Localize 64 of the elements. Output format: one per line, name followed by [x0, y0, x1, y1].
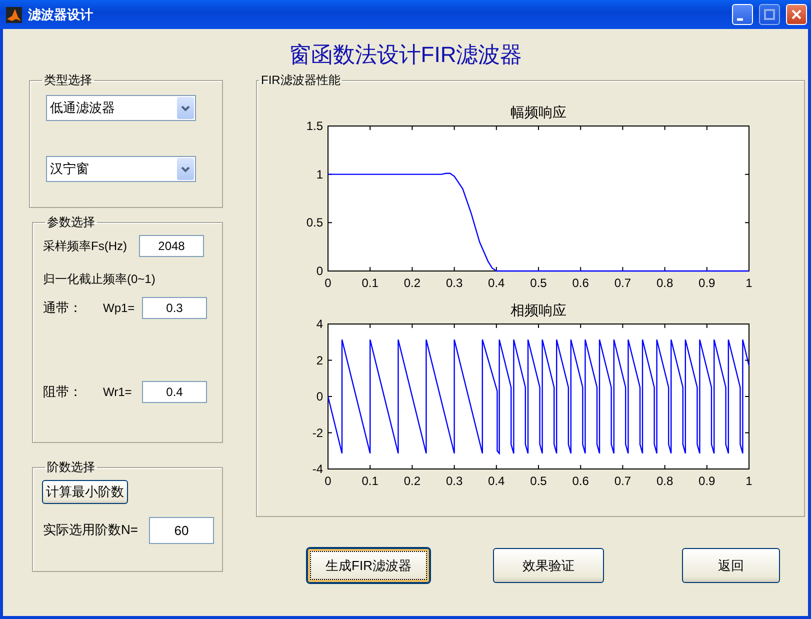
axis-tick-label: 0 [316, 390, 323, 404]
action-button[interactable]: 生成FIR滤波器 [307, 548, 430, 583]
axis-tick-label: 2 [316, 353, 323, 368]
axis-tick-label: 0.5 [306, 216, 323, 230]
axis-tick-label: 0 [324, 276, 332, 290]
axis-tick-label: 4 [316, 317, 323, 331]
group-label: FIR滤波器性能 [260, 74, 342, 86]
caret-icon [181, 104, 190, 112]
axis-tick-label: 0.3 [446, 474, 463, 488]
group-label: 类型选择 [43, 74, 93, 86]
caret-icon [181, 166, 190, 172]
axis-tick-label: 1.5 [306, 119, 323, 133]
group-label: 阶数选择 [46, 461, 96, 473]
axis-tick-label: 0 [316, 264, 323, 278]
axis-tick-label: 0.1 [362, 474, 378, 488]
field-label: 阻带： [43, 383, 83, 402]
axis-tick-label: 0.6 [572, 276, 589, 290]
axis-tick-label: 0.9 [698, 474, 716, 488]
field-label: 实际选用阶数N= [43, 521, 138, 540]
minimize-button[interactable] [732, 4, 753, 25]
group-label: 参数选择 [46, 216, 96, 228]
input-field[interactable]: 2048 [139, 235, 204, 257]
axis-tick-label: -4 [312, 462, 323, 476]
axis-tick-label: 0.8 [656, 474, 674, 488]
axis-tick-label: 0.7 [614, 474, 632, 488]
dropdown[interactable]: 低通滤波器 [46, 95, 196, 121]
axis-tick-label: 0.8 [656, 276, 674, 290]
axis-tick-label: 0.5 [530, 474, 547, 488]
field-label: 通带： [43, 299, 83, 318]
axis-tick-label: 0.3 [446, 276, 463, 290]
minimize-icon [737, 18, 743, 20]
axis-tick-label: 0.5 [530, 276, 547, 290]
chart-title: 幅频响应 [510, 104, 566, 120]
close-icon [791, 9, 802, 20]
input-field[interactable]: 0.3 [142, 297, 207, 319]
axis-tick-label: -2 [312, 426, 323, 440]
window-title: 滤波器设计 [28, 6, 94, 24]
axis-tick-label: 1 [746, 276, 752, 290]
axis-tick-label: 0.7 [614, 276, 632, 290]
axis-tick-label: 0.2 [404, 276, 421, 290]
field-label: Wp1= [103, 300, 136, 317]
axis-tick-label: 0.4 [488, 474, 505, 488]
field-label: 采样频率Fs(Hz) [43, 238, 127, 255]
compute-order-button[interactable]: 计算最小阶数 [42, 480, 128, 504]
page-heading: 窗函数法设计FIR滤波器 [288, 41, 524, 69]
axis-tick-label: 1 [316, 167, 323, 182]
dropdown[interactable]: 汉宁窗 [46, 156, 196, 182]
action-button[interactable]: 效果验证 [493, 548, 604, 583]
axis-tick-label: 0.2 [404, 474, 421, 488]
field-label: Wr1= [103, 384, 133, 401]
action-button[interactable]: 返回 [682, 548, 780, 583]
axis-tick-label: 0.6 [572, 474, 589, 488]
axis-tick-label: 0.4 [488, 276, 505, 290]
app-logo-icon [6, 6, 22, 22]
chart-title: 相频响应 [510, 302, 566, 318]
maximize-icon [764, 9, 775, 20]
close-button[interactable] [786, 4, 807, 25]
input-field[interactable]: 60 [148, 516, 214, 544]
field-label: 归一化截止频率(0~1) [43, 271, 156, 288]
axis-tick-label: 0.1 [362, 276, 378, 290]
axis-tick-label: 1 [746, 474, 752, 488]
input-field[interactable]: 0.4 [142, 381, 207, 403]
axis-tick-label: 0.9 [698, 276, 716, 290]
axis-tick-label: 0 [324, 474, 332, 488]
